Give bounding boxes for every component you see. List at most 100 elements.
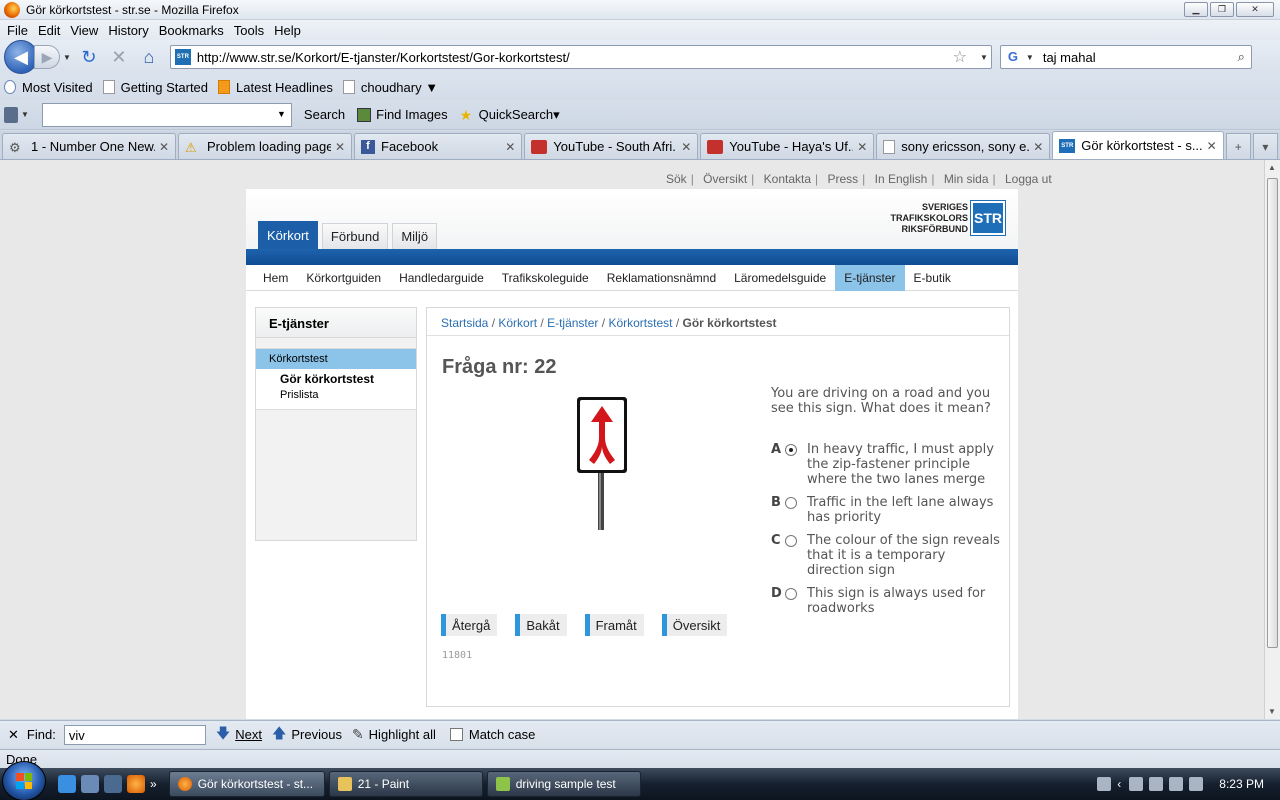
vertical-scrollbar[interactable]: ▲ ▼: [1264, 160, 1280, 719]
home-icon[interactable]: ⌂: [136, 44, 162, 70]
bookmark-star-icon[interactable]: ☆: [953, 47, 967, 67]
address-bar[interactable]: STR http://www.str.se/Korkort/E-tjanster…: [169, 45, 992, 69]
reload-icon[interactable]: ↻: [76, 44, 102, 70]
tab-number-one[interactable]: ⚙ 1 - Number One New... ✕: [2, 133, 176, 159]
scroll-down-icon[interactable]: ▼: [1268, 707, 1276, 716]
engine-dropdown-icon[interactable]: ▼: [1026, 53, 1034, 62]
main-nav-forbund[interactable]: Förbund: [321, 223, 389, 249]
crumb-korkortstest[interactable]: Körkortstest: [608, 316, 672, 330]
tab-youtube-haya[interactable]: YouTube - Haya's Uf... ✕: [700, 133, 875, 159]
search-magnifier-icon[interactable]: ⌕: [1238, 49, 1245, 65]
tab-youtube-south-africa[interactable]: YouTube - South Afri... ✕: [524, 133, 699, 159]
crumb-korkort[interactable]: Körkort: [498, 316, 537, 330]
find-images-button[interactable]: Find Images: [357, 107, 448, 122]
answer-radio[interactable]: [785, 588, 797, 600]
crumb-e-tjanster[interactable]: E-tjänster: [547, 316, 598, 330]
next-question-button[interactable]: Framåt: [584, 614, 644, 636]
menu-bookmarks[interactable]: Bookmarks: [154, 23, 229, 38]
google-engine-icon[interactable]: G: [1005, 49, 1021, 65]
bookmark-most-visited[interactable]: Most Visited: [4, 80, 93, 95]
tab-close-icon[interactable]: ✕: [681, 140, 691, 154]
url-text[interactable]: http://www.str.se/Korkort/E-tjanster/Kor…: [197, 50, 953, 65]
subnav-handledarguide[interactable]: Handledarguide: [390, 265, 493, 291]
back-button[interactable]: ◀: [4, 40, 38, 74]
util-link-press[interactable]: Press: [827, 172, 858, 186]
answer-option-c[interactable]: C The colour of the sign reveals that it…: [771, 533, 1001, 578]
search-box[interactable]: G ▼ taj mahal ⌕: [999, 45, 1252, 69]
answer-radio[interactable]: [785, 497, 797, 509]
previous-question-button[interactable]: Bakåt: [515, 614, 567, 636]
tab-close-icon[interactable]: ✕: [1033, 140, 1043, 154]
return-button[interactable]: Återgå: [441, 614, 498, 636]
tab-close-icon[interactable]: ✕: [857, 140, 867, 154]
tray-expand-icon[interactable]: ‹: [1117, 777, 1121, 791]
highlight-all-button[interactable]: ✎ Highlight all: [352, 726, 436, 743]
clock[interactable]: 8:23 PM: [1219, 777, 1264, 791]
tab-gor-korkortstest[interactable]: STR Gör körkortstest - s... ✕: [1052, 131, 1224, 159]
subnav-hem[interactable]: Hem: [254, 265, 297, 291]
menu-tools[interactable]: Tools: [229, 23, 269, 38]
close-window-button[interactable]: ✕: [1236, 2, 1274, 17]
answer-option-a[interactable]: A In heavy traffic, I must apply the zip…: [771, 442, 1001, 487]
minimize-button[interactable]: ▁: [1184, 2, 1208, 17]
quick-launch-more-icon[interactable]: »: [150, 777, 157, 791]
toolbar-search-button[interactable]: Search: [304, 107, 345, 122]
firefox-icon[interactable]: [127, 775, 145, 793]
menu-file[interactable]: File: [2, 23, 33, 38]
find-next-button[interactable]: 🡇 Next: [216, 723, 262, 747]
subnav-trafikskoleguide[interactable]: Trafikskoleguide: [493, 265, 598, 291]
answer-option-d[interactable]: D This sign is always used for roadworks: [771, 586, 1001, 616]
menu-help[interactable]: Help: [269, 23, 306, 38]
toolbar-search-combo[interactable]: [41, 102, 292, 127]
volume-icon[interactable]: [1189, 777, 1204, 791]
answer-radio[interactable]: [785, 535, 797, 547]
tab-close-icon[interactable]: ✕: [159, 140, 169, 154]
forward-button[interactable]: ▶: [34, 45, 60, 69]
match-case-checkbox[interactable]: [449, 728, 463, 741]
scroll-thumb[interactable]: [1267, 178, 1278, 648]
util-link-in-english[interactable]: In English: [875, 172, 928, 186]
bookmark-folder-choudhary[interactable]: choudhary ▼: [342, 80, 438, 95]
answer-radio[interactable]: [785, 444, 797, 456]
bookmark-getting-started[interactable]: Getting Started: [102, 80, 208, 95]
tab-close-icon[interactable]: ✕: [335, 140, 345, 154]
show-desktop-icon[interactable]: [81, 775, 99, 793]
ie-icon[interactable]: [58, 775, 76, 793]
new-tab-button[interactable]: +: [1225, 133, 1251, 159]
util-link-logga-ut[interactable]: Logga ut: [1005, 172, 1052, 186]
util-link-sok[interactable]: Sök: [666, 172, 687, 186]
search-input[interactable]: taj mahal: [1043, 50, 1238, 65]
maximize-button[interactable]: ❐: [1210, 2, 1234, 17]
switch-windows-icon[interactable]: [104, 775, 122, 793]
toolbar-app-icon[interactable]: [4, 106, 18, 123]
close-find-bar-icon[interactable]: ✕: [8, 727, 19, 743]
history-dropdown-icon[interactable]: ▼: [63, 53, 71, 62]
subnav-laromedelsguide[interactable]: Läromedelsguide: [725, 265, 835, 291]
subnav-e-tjanster[interactable]: E-tjänster: [835, 264, 905, 291]
menu-view[interactable]: View: [65, 23, 103, 38]
network-icon[interactable]: [1169, 777, 1184, 791]
tab-problem-loading[interactable]: ⚠ Problem loading page ✕: [178, 133, 352, 159]
tab-facebook[interactable]: f Facebook ✕: [354, 133, 523, 159]
subnav-korkortguiden[interactable]: Körkortguiden: [297, 265, 390, 291]
taskbar-item-firefox[interactable]: Gör körkortstest - st...: [168, 771, 325, 797]
sidebar-item-gor-korkortstest[interactable]: Gör körkortstest: [256, 369, 416, 386]
menu-edit[interactable]: Edit: [33, 23, 65, 38]
util-link-oversikt[interactable]: Översikt: [703, 172, 747, 186]
crumb-startsida[interactable]: Startsida: [441, 316, 488, 330]
overview-button[interactable]: Översikt: [661, 614, 728, 636]
url-dropdown-icon[interactable]: ▼: [980, 53, 988, 62]
find-previous-button[interactable]: 🡅 Previous: [272, 723, 342, 747]
monitor-icon[interactable]: [1129, 777, 1144, 791]
sidebar-item-prislista[interactable]: Prislista: [256, 386, 416, 401]
util-link-kontakta[interactable]: Kontakta: [764, 172, 811, 186]
util-link-min-sida[interactable]: Min sida: [944, 172, 989, 186]
main-nav-korkort[interactable]: Körkort: [258, 221, 318, 249]
toolbar-app-dropdown-icon[interactable]: ▼: [21, 110, 29, 119]
keyboard-icon[interactable]: [1097, 777, 1112, 791]
subnav-reklamationsnamnd[interactable]: Reklamationsnämnd: [598, 265, 725, 291]
quicksearch-button[interactable]: ★ QuickSearch▾: [460, 107, 560, 123]
tab-close-icon[interactable]: ✕: [505, 140, 515, 154]
str-logo[interactable]: SVERIGES TRAFIKSKOLORS RIKSFÖRBUND STR: [891, 200, 1006, 236]
subnav-e-butik[interactable]: E-butik: [905, 265, 960, 291]
